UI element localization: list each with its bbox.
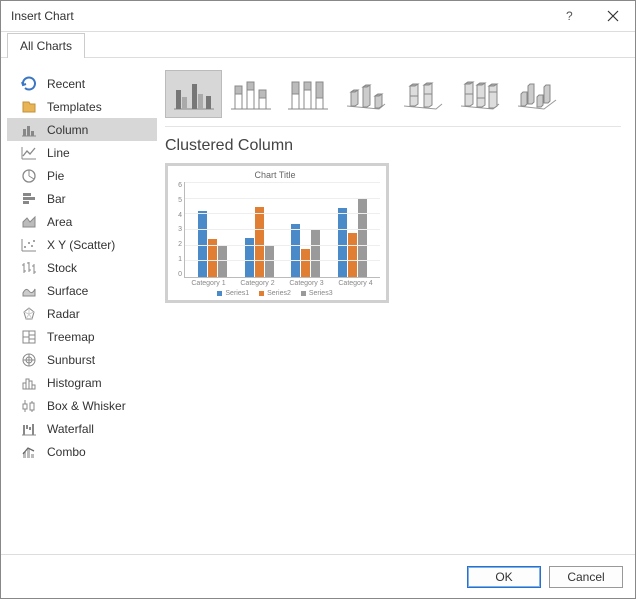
- close-button[interactable]: [591, 1, 635, 31]
- sidebar-item-boxwhisker[interactable]: Box & Whisker: [7, 394, 157, 417]
- cancel-button[interactable]: Cancel: [549, 566, 623, 588]
- sidebar-item-label: Box & Whisker: [47, 399, 126, 413]
- sidebar-item-combo[interactable]: Combo: [7, 440, 157, 463]
- scatter-icon: [21, 237, 37, 253]
- line-icon: [21, 145, 37, 161]
- x-tick-label: Category 2: [233, 278, 282, 287]
- sidebar-item-radar[interactable]: Radar: [7, 302, 157, 325]
- bar: [358, 199, 367, 277]
- sidebar-item-pie[interactable]: Pie: [7, 164, 157, 187]
- plot: [184, 182, 380, 278]
- bar: [348, 233, 357, 277]
- window-title: Insert Chart: [11, 9, 74, 23]
- sidebar-item-line[interactable]: Line: [7, 141, 157, 164]
- subtype-3d-100-stacked-column[interactable]: [450, 70, 507, 118]
- sidebar-item-histogram[interactable]: Histogram: [7, 371, 157, 394]
- recent-icon: [21, 76, 37, 92]
- sidebar-item-label: Sunburst: [47, 353, 95, 367]
- sidebar-item-sunburst[interactable]: Sunburst: [7, 348, 157, 371]
- bar-group: [338, 199, 367, 277]
- sidebar-item-label: Stock: [47, 261, 77, 275]
- sidebar-item-label: Treemap: [47, 330, 95, 344]
- sidebar-item-label: Recent: [47, 77, 85, 91]
- chart-preview[interactable]: Chart Title 6543210 Category 1Category 2…: [165, 163, 389, 303]
- subtype-clustered-column[interactable]: [165, 70, 222, 118]
- legend-item: Series3: [301, 290, 333, 297]
- subtype-3d-column[interactable]: [507, 70, 564, 118]
- legend-item: Series2: [259, 290, 291, 297]
- x-tick-label: Category 1: [184, 278, 233, 287]
- sidebar-item-bar[interactable]: Bar: [7, 187, 157, 210]
- titlebar: Insert Chart ?: [1, 1, 635, 32]
- bar-group: [245, 207, 274, 278]
- sidebar-item-label: Column: [47, 123, 88, 137]
- sunburst-icon: [21, 352, 37, 368]
- sidebar-item-label: Combo: [47, 445, 86, 459]
- column-icon: [21, 122, 37, 138]
- y-axis: 6543210: [170, 182, 184, 278]
- svg-text:?: ?: [566, 10, 573, 22]
- sidebar-item-label: Surface: [47, 284, 88, 298]
- subtype-title: Clustered Column: [165, 137, 621, 155]
- legend-item: Series1: [217, 290, 249, 297]
- sidebar-item-area[interactable]: Area: [7, 210, 157, 233]
- bar: [291, 224, 300, 277]
- sidebar-item-stock[interactable]: Stock: [7, 256, 157, 279]
- x-tick-label: Category 4: [331, 278, 380, 287]
- chart-plot-area: 6543210: [170, 182, 380, 278]
- histogram-icon: [21, 375, 37, 391]
- help-button[interactable]: ?: [547, 1, 591, 31]
- legend: Series1 Series2 Series3: [170, 290, 380, 297]
- dialog-body: Recent Templates Column Line Pie Bar: [1, 58, 635, 554]
- bar: [255, 207, 264, 278]
- sidebar-item-templates[interactable]: Templates: [7, 95, 157, 118]
- sidebar-item-label: Line: [47, 146, 70, 160]
- sidebar-item-surface[interactable]: Surface: [7, 279, 157, 302]
- area-icon: [21, 214, 37, 230]
- tab-all-charts[interactable]: All Charts: [7, 33, 85, 58]
- bar-icon: [21, 191, 37, 207]
- sidebar-item-label: Templates: [47, 100, 102, 114]
- subtype-3d-clustered-column[interactable]: [336, 70, 393, 118]
- sidebar-item-label: Pie: [47, 169, 64, 183]
- sidebar-item-label: Histogram: [47, 376, 102, 390]
- bar: [311, 230, 320, 277]
- subtype-stacked-column[interactable]: [222, 70, 279, 118]
- sidebar-item-waterfall[interactable]: Waterfall: [7, 417, 157, 440]
- sidebar-item-label: Bar: [47, 192, 66, 206]
- bar: [338, 208, 347, 277]
- treemap-icon: [21, 329, 37, 345]
- sidebar-item-scatter[interactable]: X Y (Scatter): [7, 233, 157, 256]
- insert-chart-dialog: Insert Chart ? All Charts Recent Templat…: [0, 0, 636, 599]
- subtype-3d-stacked-column[interactable]: [393, 70, 450, 118]
- templates-icon: [21, 99, 37, 115]
- boxwhisker-icon: [21, 398, 37, 414]
- main-panel: Clustered Column Chart Title 6543210 Cat…: [161, 68, 625, 544]
- dialog-footer: OK Cancel: [1, 554, 635, 598]
- sidebar-item-label: Area: [47, 215, 72, 229]
- sidebar-item-label: Radar: [47, 307, 80, 321]
- sidebar-item-label: X Y (Scatter): [47, 238, 115, 252]
- sidebar-item-treemap[interactable]: Treemap: [7, 325, 157, 348]
- ok-button[interactable]: OK: [467, 566, 541, 588]
- x-tick-label: Category 3: [282, 278, 331, 287]
- chart-title: Chart Title: [170, 170, 380, 180]
- bar: [301, 249, 310, 277]
- titlebar-controls: ?: [547, 1, 635, 31]
- sidebar-item-recent[interactable]: Recent: [7, 72, 157, 95]
- subtype-100-stacked-column[interactable]: [279, 70, 336, 118]
- bar-group: [291, 224, 320, 277]
- sidebar-item-label: Waterfall: [47, 422, 94, 436]
- x-axis: Category 1Category 2Category 3Category 4: [170, 278, 380, 287]
- surface-icon: [21, 283, 37, 299]
- sidebar-item-column[interactable]: Column: [7, 118, 157, 141]
- stock-icon: [21, 260, 37, 276]
- pie-icon: [21, 168, 37, 184]
- combo-icon: [21, 444, 37, 460]
- waterfall-icon: [21, 421, 37, 437]
- subtype-row: [165, 70, 621, 127]
- tabstrip: All Charts: [1, 32, 635, 58]
- chart-category-sidebar: Recent Templates Column Line Pie Bar: [7, 68, 157, 544]
- radar-icon: [21, 306, 37, 322]
